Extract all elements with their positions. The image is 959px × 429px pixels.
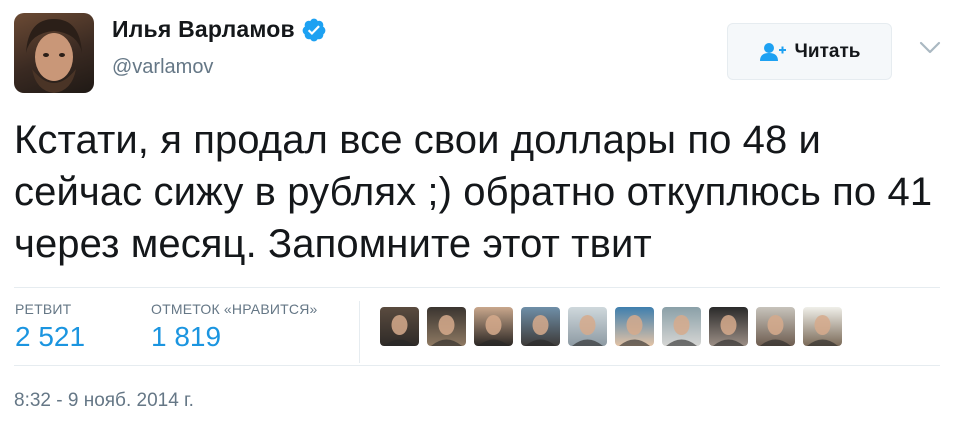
liker-avatar[interactable] <box>380 307 419 346</box>
retweet-label: РЕТВИТ <box>15 301 72 317</box>
liker-avatar[interactable] <box>568 307 607 346</box>
liker-avatars <box>380 307 842 346</box>
retweet-count: 2 521 <box>15 321 86 352</box>
likes-stat[interactable]: ОТМЕТОК «НРАВИТСЯ» 1 819 <box>151 301 318 353</box>
liker-avatar[interactable] <box>427 307 466 346</box>
stats-separator <box>359 301 360 363</box>
liker-avatar[interactable] <box>474 307 513 346</box>
author-name[interactable]: Илья Варламов <box>112 16 295 43</box>
liker-avatar[interactable] <box>615 307 654 346</box>
likes-label: ОТМЕТОК «НРАВИТСЯ» <box>151 301 318 317</box>
follow-button-label: Читать <box>794 40 861 62</box>
likes-count: 1 819 <box>151 321 222 352</box>
tweet-timestamp[interactable]: 8:32 - 9 нояб. 2014 г. <box>14 390 194 412</box>
author-handle[interactable]: @varlamov <box>112 56 213 79</box>
retweet-stat[interactable]: РЕТВИТ 2 521 <box>15 301 85 353</box>
verified-badge-icon <box>302 18 326 41</box>
liker-avatar[interactable] <box>521 307 560 346</box>
author-avatar[interactable] <box>14 13 94 93</box>
liker-avatar[interactable] <box>662 307 701 346</box>
add-user-icon <box>759 42 786 61</box>
liker-avatar[interactable] <box>709 307 748 346</box>
liker-avatar[interactable] <box>803 307 842 346</box>
chevron-down-icon[interactable] <box>918 40 942 56</box>
liker-avatar[interactable] <box>756 307 795 346</box>
divider-top <box>14 287 940 288</box>
tweet-text: Кстати, я продал все свои доллары по 48 … <box>14 118 933 266</box>
divider-bottom <box>14 365 940 366</box>
follow-button[interactable]: Читать <box>727 23 892 80</box>
